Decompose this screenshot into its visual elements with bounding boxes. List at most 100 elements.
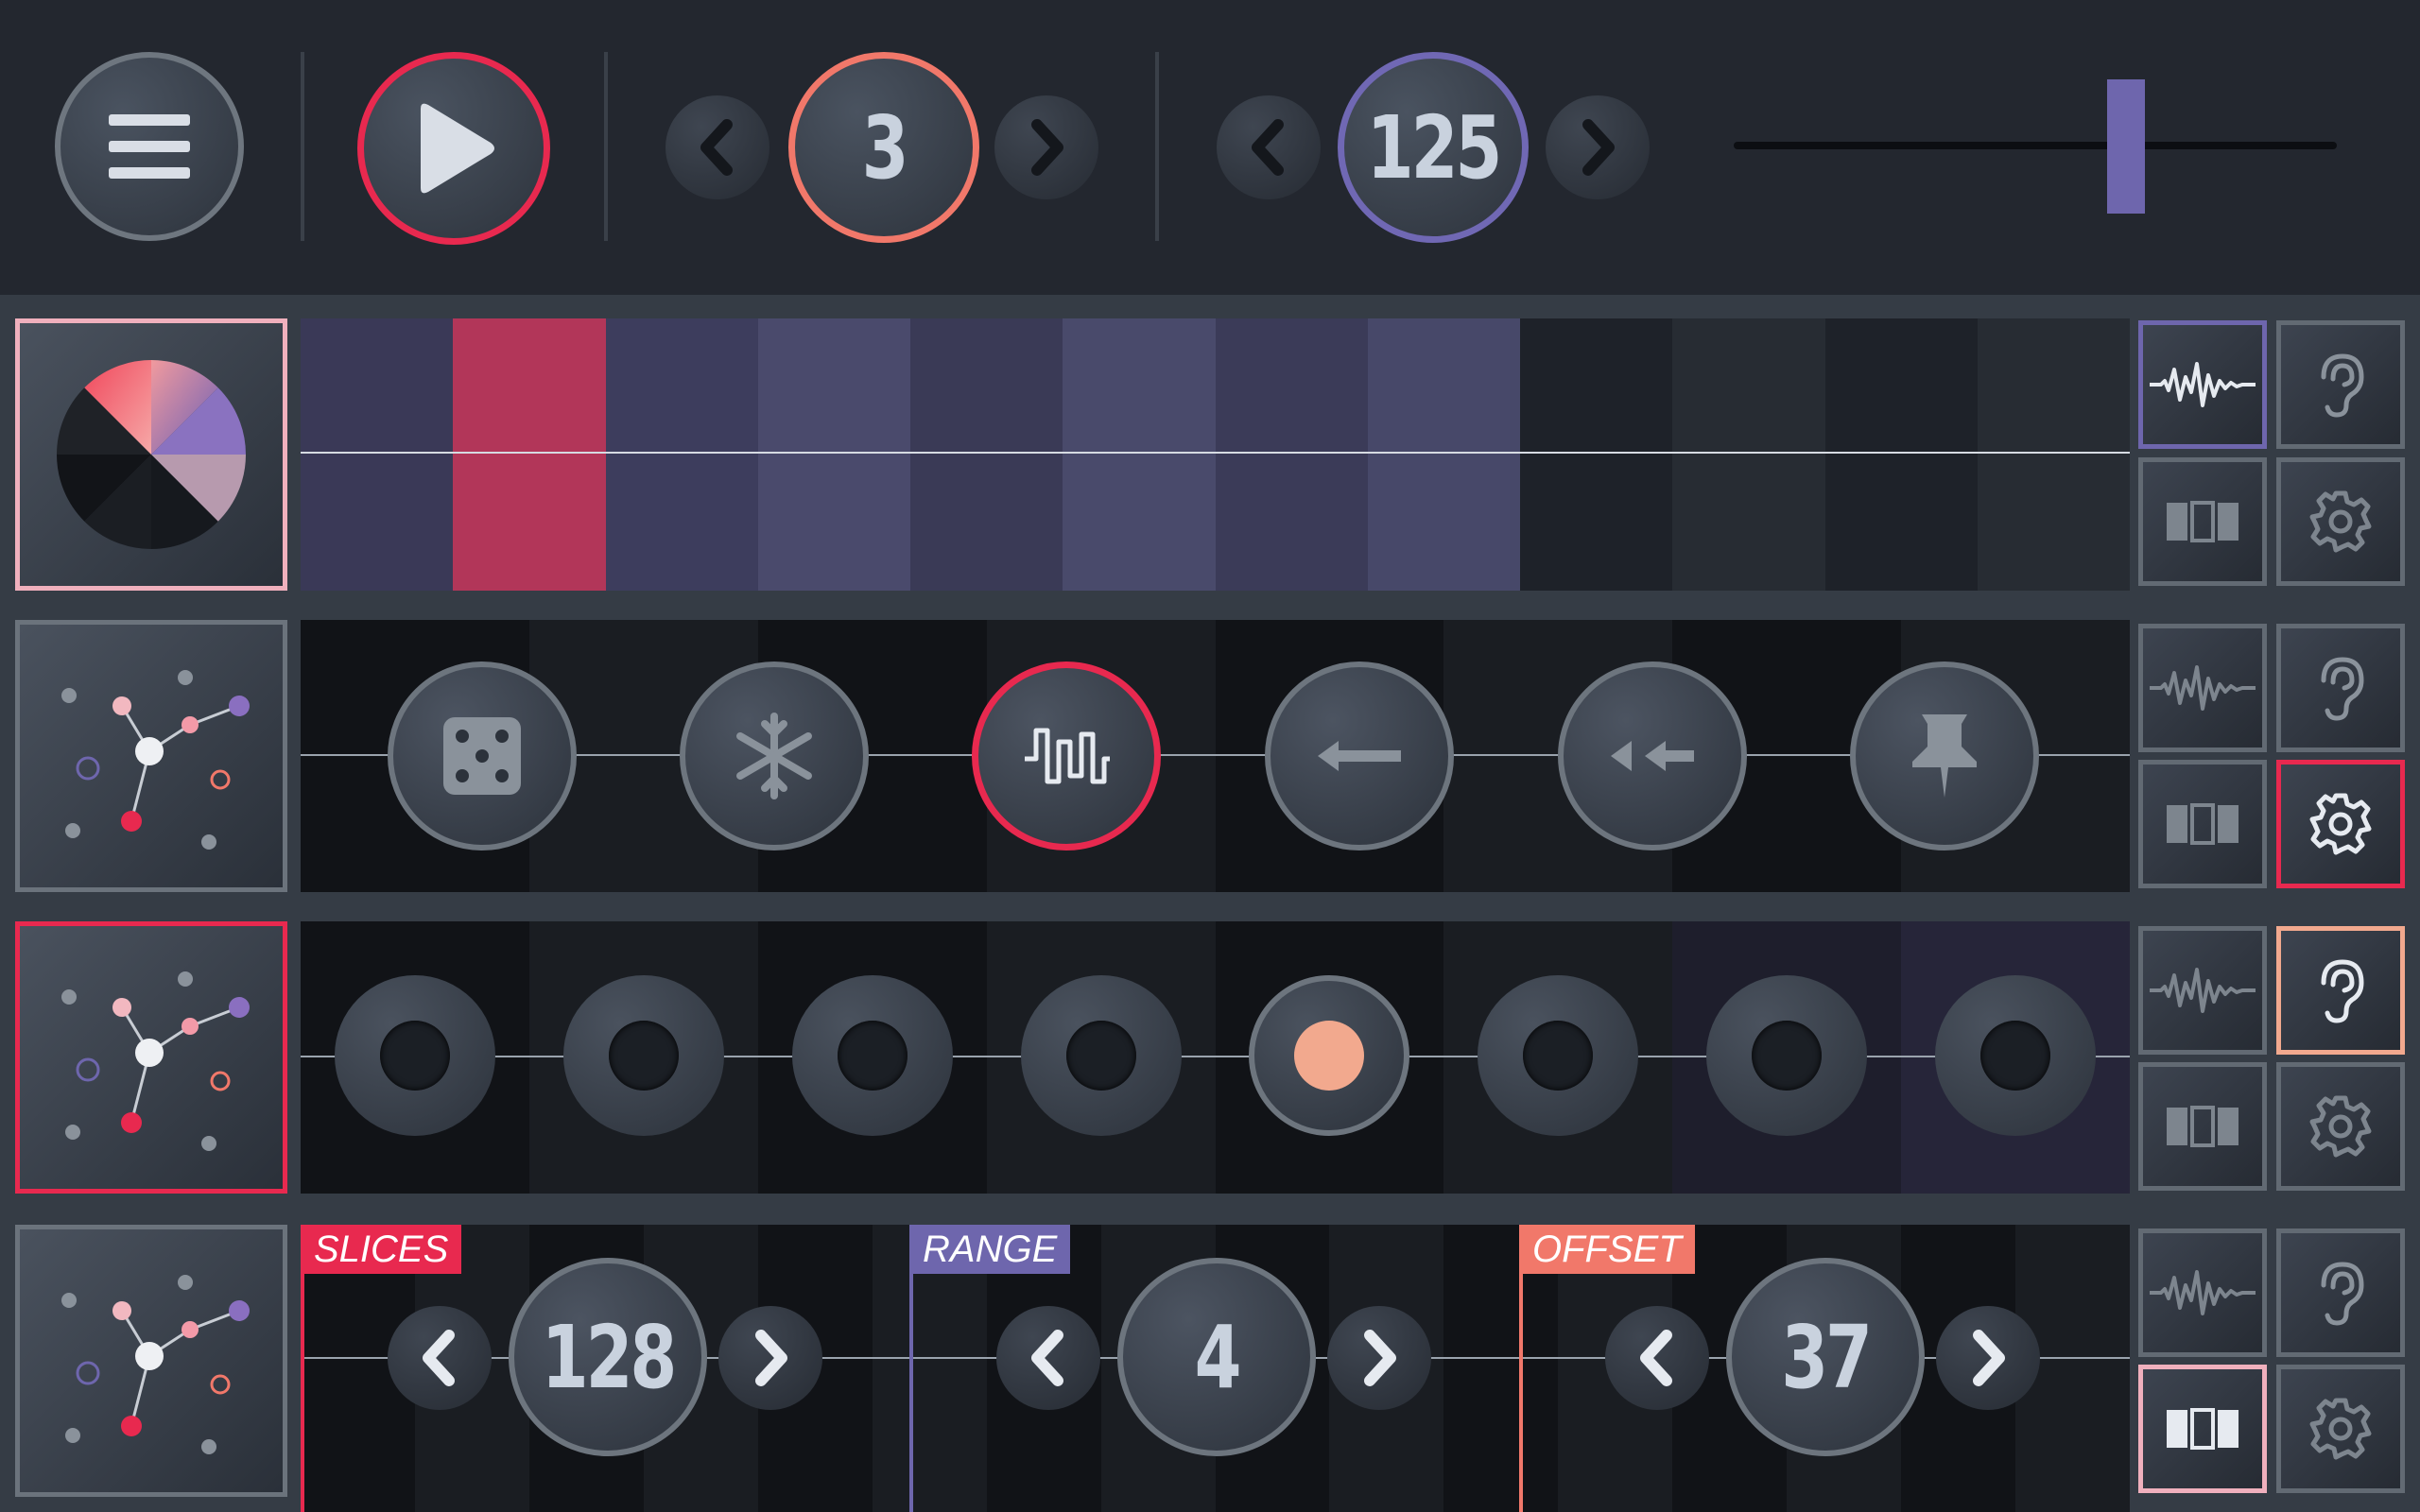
step-button[interactable] [1478, 975, 1638, 1136]
track-4-waveform-button[interactable] [2138, 1228, 2267, 1357]
pattern-display[interactable]: 3 [788, 52, 979, 243]
track-1-settings-button[interactable] [2276, 457, 2405, 586]
track-1-listen-button[interactable] [2276, 320, 2405, 449]
track-1-thumbnail[interactable] [15, 318, 287, 591]
columns-icon [2167, 1408, 2238, 1450]
pattern-prev-button[interactable] [666, 95, 769, 199]
range-value: 4 [1194, 1306, 1242, 1408]
track-1-steps[interactable] [301, 318, 2130, 591]
track-3-settings-button[interactable] [2276, 1062, 2405, 1191]
volume-slider[interactable] [1734, 79, 2337, 214]
modifier-random-button[interactable] [388, 662, 577, 850]
offset-value-display[interactable]: 37 [1726, 1258, 1925, 1456]
waveform-icon [2150, 362, 2256, 407]
track-1-step-cell[interactable] [1977, 318, 2130, 591]
track-2 [0, 597, 2420, 900]
network-icon [61, 971, 250, 1151]
transport-bar: 3 125 [0, 0, 2420, 295]
offset-next-button[interactable] [1936, 1306, 2040, 1410]
range-value-display[interactable]: 4 [1117, 1258, 1316, 1456]
track-3-listen-button[interactable] [2276, 926, 2405, 1055]
chevron-left-icon [1252, 119, 1284, 176]
step-button[interactable] [1249, 975, 1409, 1136]
slider-handle[interactable] [2107, 79, 2145, 214]
menu-button[interactable] [55, 52, 244, 241]
step-button[interactable] [563, 975, 724, 1136]
track-3-thumbnail[interactable] [15, 921, 287, 1194]
track-1-step-cell[interactable] [605, 318, 758, 591]
track-3 [0, 900, 2420, 1202]
pattern-value: 3 [861, 96, 909, 198]
track-1-waveform-button[interactable] [2138, 320, 2267, 449]
track-2-thumbnail[interactable] [15, 620, 287, 892]
waveform-icon [2150, 665, 2256, 711]
range-label: RANGE [909, 1225, 1071, 1274]
modifier-rewind-button[interactable] [1558, 662, 1747, 850]
step-indicator [1523, 1021, 1593, 1091]
ear-icon [2321, 353, 2364, 418]
track-1-step-cell[interactable] [301, 318, 454, 591]
snowflake-icon [736, 713, 812, 799]
gear-icon [2309, 490, 2372, 553]
slices-next-button[interactable] [718, 1306, 822, 1410]
tempo-prev-button[interactable] [1217, 95, 1321, 199]
divider [604, 52, 608, 241]
step-button[interactable] [1935, 975, 2096, 1136]
step-button[interactable] [792, 975, 953, 1136]
step-button[interactable] [1706, 975, 1867, 1136]
step-indicator [380, 1021, 450, 1091]
chevron-right-icon [1031, 119, 1063, 176]
play-button[interactable] [357, 52, 550, 245]
step-button[interactable] [1021, 975, 1182, 1136]
slider-track [1734, 142, 2337, 149]
step-button[interactable] [335, 975, 495, 1136]
double-arrow-left-icon [1611, 741, 1694, 771]
track-1-split-button[interactable] [2138, 457, 2267, 586]
chevron-left-icon [1031, 1330, 1063, 1386]
chevron-right-icon [1364, 1330, 1396, 1386]
slices-prev-button[interactable] [388, 1306, 492, 1410]
track-2-listen-button[interactable] [2276, 624, 2405, 752]
slices-value-display[interactable]: 128 [509, 1258, 707, 1456]
track-1-step-cell[interactable] [453, 318, 606, 591]
ear-icon [2321, 657, 2364, 721]
track-1-step-cell[interactable] [910, 318, 1063, 591]
track-4-split-button[interactable] [2138, 1365, 2267, 1493]
step-indicator [609, 1021, 679, 1091]
track-1-step-cell[interactable] [1520, 318, 1673, 591]
columns-icon [2167, 803, 2238, 845]
track-3-split-button[interactable] [2138, 1062, 2267, 1191]
pulse-wave-icon [1025, 728, 1110, 784]
offset-prev-button[interactable] [1605, 1306, 1709, 1410]
track-1-step-cell[interactable] [1672, 318, 1825, 591]
track-2-split-button[interactable] [2138, 760, 2267, 888]
track-1-step-cell[interactable] [1824, 318, 1978, 591]
track-4-settings-button[interactable] [2276, 1365, 2405, 1493]
track-1-step-cell[interactable] [1215, 318, 1368, 591]
modifier-reverse-button[interactable] [1265, 662, 1454, 850]
slices-label: SLICES [301, 1225, 462, 1274]
track-4: SLICES 128 RANGE 4 OFFSET 37 [0, 1202, 2420, 1512]
track-3-waveform-button[interactable] [2138, 926, 2267, 1055]
track-1-step-cell[interactable] [757, 318, 910, 591]
tempo-display[interactable]: 125 [1338, 52, 1529, 243]
range-next-button[interactable] [1327, 1306, 1431, 1410]
waveform-icon [2150, 968, 2256, 1013]
range-prev-button[interactable] [996, 1306, 1100, 1410]
track-2-waveform-button[interactable] [2138, 624, 2267, 752]
columns-icon [2167, 1106, 2238, 1147]
chevron-left-icon [1640, 1330, 1672, 1386]
track-4-thumbnail[interactable] [15, 1225, 287, 1497]
track-2-settings-button[interactable] [2276, 760, 2405, 888]
track-1-step-cell[interactable] [1063, 318, 1216, 591]
step-indicator [1980, 1021, 2050, 1091]
track-1-step-cell[interactable] [1367, 318, 1520, 591]
modifier-pin-button[interactable] [1850, 662, 2039, 850]
modifier-pulse-button[interactable] [972, 662, 1161, 850]
track-4-listen-button[interactable] [2276, 1228, 2405, 1357]
chevron-left-icon [700, 119, 733, 176]
pattern-next-button[interactable] [994, 95, 1098, 199]
dice-icon [443, 717, 521, 795]
modifier-freeze-button[interactable] [680, 662, 869, 850]
tempo-next-button[interactable] [1546, 95, 1650, 199]
